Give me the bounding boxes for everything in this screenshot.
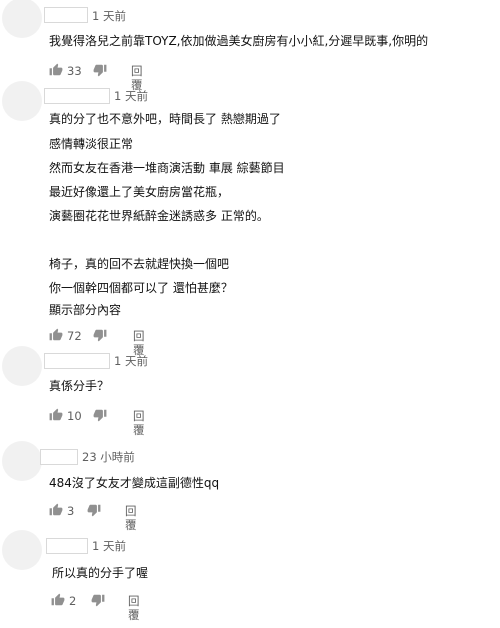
comment-time[interactable]: 1 天前 (92, 539, 126, 553)
thumbs-up-icon[interactable] (51, 593, 65, 607)
thumbs-down-icon[interactable] (93, 328, 107, 342)
thumbs-up-icon[interactable] (49, 408, 63, 422)
thumbs-up-icon[interactable] (49, 63, 63, 77)
show-more-link[interactable]: 顯示部分內容 (49, 302, 121, 318)
comment-text: 然而女友在香港一堆商演活動 車展 綜藝節目 (49, 161, 285, 175)
comment-text: 真係分手？ (49, 379, 110, 393)
reply-button[interactable]: 回覆 (133, 409, 145, 437)
thumbs-down-icon[interactable] (93, 408, 107, 422)
like-count: 72 (67, 329, 82, 343)
comment-text: 我覺得洛兒之前靠TOYZ,依加做過美女廚房有小小紅,分遲早既事,你明的 (49, 34, 429, 48)
comment-text: 你一個幹四個都可以了 還怕甚麼？ (49, 281, 233, 295)
comment-time[interactable]: 1 天前 (92, 9, 126, 23)
author-name[interactable] (46, 538, 88, 554)
like-count: 10 (67, 409, 82, 423)
author-name[interactable] (44, 88, 110, 104)
like-count: 2 (69, 594, 77, 608)
reply-button[interactable]: 回覆 (133, 329, 145, 357)
author-name[interactable] (44, 7, 88, 23)
reply-button[interactable]: 回覆 (131, 64, 143, 92)
comment-text: 484沒了女友才變成這副德性qq (49, 476, 220, 490)
thumbs-down-icon[interactable] (87, 503, 101, 517)
comment-time[interactable]: 1 天前 (114, 89, 148, 103)
comment-text: 真的分了也不意外吧，時間長了 熱戀期過了 (49, 112, 281, 126)
like-count: 3 (67, 504, 75, 518)
author-name[interactable] (40, 449, 78, 465)
thumbs-up-icon[interactable] (49, 503, 63, 517)
comment-time[interactable]: 23 小時前 (82, 450, 135, 464)
avatar[interactable] (2, 441, 42, 481)
comment-time[interactable]: 1 天前 (114, 354, 148, 368)
reply-button[interactable]: 回覆 (125, 504, 137, 532)
comment-text: 椅子，真的回不去就趕快換一個吧 (49, 257, 230, 271)
avatar[interactable] (2, 0, 42, 38)
comment-text: 感情轉淡很正常 (49, 137, 134, 151)
like-count: 33 (67, 64, 82, 78)
reply-button[interactable]: 回覆 (128, 594, 140, 622)
avatar[interactable] (2, 530, 42, 570)
thumbs-down-icon[interactable] (93, 63, 107, 77)
comment-text: 演藝圈花花世界紙醉金迷誘惑多 正常的。 (49, 209, 269, 223)
avatar[interactable] (2, 81, 42, 121)
comment-text: 最近好像還上了美女廚房當花瓶， (49, 185, 230, 199)
thumbs-down-icon[interactable] (91, 593, 105, 607)
comment-text: 所以真的分手了喔 (52, 566, 149, 580)
author-name[interactable] (44, 353, 110, 369)
avatar[interactable] (2, 346, 42, 386)
thumbs-up-icon[interactable] (49, 328, 63, 342)
